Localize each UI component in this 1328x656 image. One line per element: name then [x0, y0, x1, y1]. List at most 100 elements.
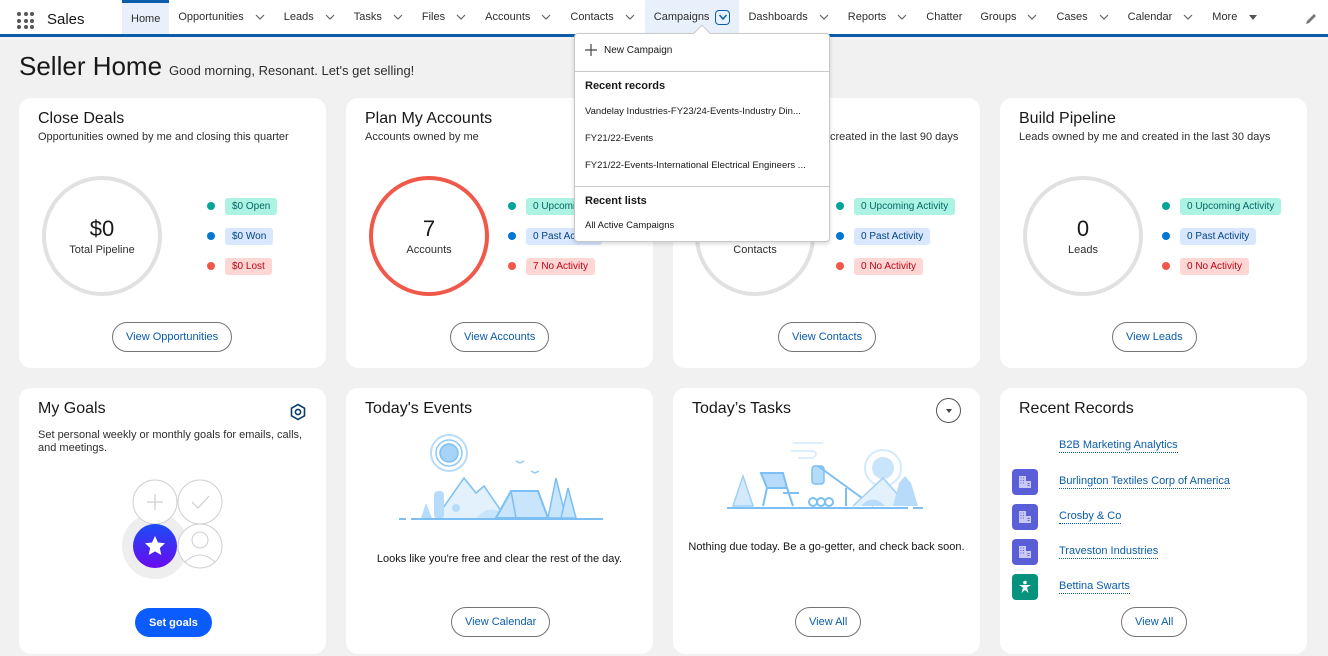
tab-groups[interactable]: Groups [971, 0, 1047, 34]
build-pipeline-card: Build Pipeline Leads owned by me and cre… [1000, 98, 1307, 368]
won-pill: $0 Won [225, 227, 274, 245]
view-all-tasks-button[interactable]: View All [795, 607, 862, 637]
tab-label: Groups [980, 11, 1017, 23]
tab-cases[interactable]: Cases [1047, 0, 1118, 34]
chevron-down-icon[interactable] [392, 11, 404, 23]
status-dot [207, 202, 215, 210]
card-title: Build Pipeline [1019, 110, 1116, 127]
recent-list-item[interactable]: All Active Campaigns [585, 220, 674, 231]
legend-won[interactable]: $0 Won [207, 221, 277, 251]
tab-dashboards[interactable]: Dashboards [739, 0, 838, 34]
view-calendar-button[interactable]: View Calendar [451, 607, 551, 637]
app-launcher-waffle-icon[interactable] [17, 12, 34, 29]
legend-none[interactable]: 0 No Activity [1162, 251, 1281, 281]
tab-campaigns[interactable]: Campaigns [644, 0, 740, 34]
contact-icon [1012, 574, 1038, 600]
account-icon [1012, 469, 1038, 495]
tab-calendar[interactable]: Calendar [1119, 0, 1204, 34]
tab-more[interactable]: More [1203, 0, 1268, 34]
status-dot [836, 232, 844, 240]
legend-none[interactable]: 0 No Activity [836, 251, 955, 281]
status-dot [1162, 202, 1170, 210]
chevron-down-icon[interactable] [896, 11, 908, 23]
chevron-down-icon[interactable] [254, 11, 266, 23]
card-subtitle: Opportunities owned by me and closing th… [38, 131, 289, 143]
legend-none[interactable]: 7 No Activity [508, 251, 627, 281]
tab-label: Opportunities [178, 11, 244, 23]
past-pill: 0 Past Activity [854, 227, 931, 245]
chevron-down-icon[interactable] [455, 11, 467, 23]
record-link[interactable]: Burlington Textiles Corp of America [1059, 475, 1230, 489]
no-activity-pill: 7 No Activity [526, 257, 596, 275]
view-contacts-button[interactable]: View Contacts [778, 322, 877, 352]
legend-past[interactable]: 0 Past Activity [1162, 221, 1281, 251]
ring-label: Leads [1068, 243, 1098, 256]
plus-icon [585, 44, 597, 56]
status-dot [836, 202, 844, 210]
tab-label: Contacts [570, 11, 614, 23]
legend-upcoming[interactable]: 0 Upcoming Activity [1162, 191, 1282, 221]
chevron-down-icon[interactable] [1182, 11, 1194, 23]
chevron-down-icon[interactable] [324, 11, 336, 23]
page-title: Seller Home [19, 51, 163, 81]
recent-record-row: B2B Marketing Analytics [1012, 433, 1178, 459]
tab-label: Home [131, 12, 161, 25]
tab-label: More [1212, 11, 1238, 23]
view-opportunities-button[interactable]: View Opportunities [112, 322, 233, 352]
view-leads-button[interactable]: View Leads [1112, 322, 1197, 352]
set-goals-button[interactable]: Set goals [135, 608, 212, 637]
gear-icon[interactable] [289, 403, 307, 421]
tab-opportunities[interactable]: Opportunities [169, 0, 274, 34]
legend-open[interactable]: $0 Open [207, 191, 278, 221]
legend-lost[interactable]: $0 Lost [207, 251, 277, 281]
tab-contacts[interactable]: Contacts [561, 0, 644, 34]
tab-accounts[interactable]: Accounts [476, 0, 561, 34]
recent-record-item[interactable]: FY21/22-Events [585, 133, 653, 144]
recent-record-item[interactable]: FY21/22-Events-International Electrical … [585, 160, 806, 171]
pencil-icon[interactable] [1304, 12, 1318, 26]
view-accounts-button[interactable]: View Accounts [450, 322, 550, 352]
chevron-down-icon[interactable] [818, 11, 830, 23]
legend-upcoming[interactable]: 0 Upcoming Activity [836, 191, 956, 221]
card-subtitle: Set personal weekly or monthly goals for… [38, 429, 303, 454]
card-subtitle: Leads owned by me and created in the las… [1019, 131, 1271, 143]
chevron-down-icon[interactable] [624, 11, 636, 23]
open-pill: $0 Open [225, 197, 278, 215]
chevron-down-icon[interactable] [1026, 11, 1038, 23]
caret-down-icon[interactable] [1247, 11, 1259, 23]
status-dot [508, 262, 516, 270]
my-goals-card: My Goals Set personal weekly or monthly … [19, 388, 326, 654]
tab-files[interactable]: Files [413, 0, 476, 34]
tab-chatter[interactable]: Chatter [917, 0, 971, 34]
chevron-down-icon[interactable] [1098, 11, 1110, 23]
tab-tasks[interactable]: Tasks [345, 0, 413, 34]
account-icon [1012, 539, 1038, 565]
card-subtitle: Accounts owned by me [365, 131, 479, 143]
tab-label: Accounts [485, 11, 531, 23]
global-nav: Sales Home Opportunities Leads Tasks Files Ac… [0, 0, 1328, 37]
chevron-down-icon[interactable] [540, 11, 552, 23]
record-link[interactable]: B2B Marketing Analytics [1059, 439, 1178, 453]
empty-state-message: Nothing due today. Be a go-getter, and c… [688, 541, 965, 553]
card-title: Today's Events [365, 400, 473, 417]
status-dot [836, 262, 844, 270]
new-campaign-item[interactable]: New Campaign [585, 44, 672, 56]
record-link[interactable]: Traveston Industries [1059, 545, 1159, 559]
tab-leads[interactable]: Leads [275, 0, 345, 34]
tab-label: Files [421, 11, 446, 23]
tab-reports[interactable]: Reports [839, 0, 918, 34]
legend-past[interactable]: 0 Past Activity [836, 221, 955, 251]
recent-record-row: Bettina Swarts [1012, 574, 1130, 600]
record-link[interactable]: Crosby & Co [1059, 510, 1122, 524]
divider [575, 71, 829, 72]
tab-home[interactable]: Home [122, 0, 170, 34]
tab-label: Tasks [353, 11, 382, 23]
campaigns-menu-toggle[interactable] [715, 9, 731, 25]
recent-record-item[interactable]: Vandelay Industries-FY23/24-Events-Indus… [585, 106, 801, 117]
past-pill: 0 Past Activity [1180, 227, 1257, 245]
view-all-records-button[interactable]: View All [1121, 607, 1188, 637]
status-dot [508, 202, 516, 210]
tab-label: Reports [847, 11, 887, 23]
tasks-menu-button[interactable] [936, 398, 961, 423]
record-link[interactable]: Bettina Swarts [1059, 580, 1130, 594]
